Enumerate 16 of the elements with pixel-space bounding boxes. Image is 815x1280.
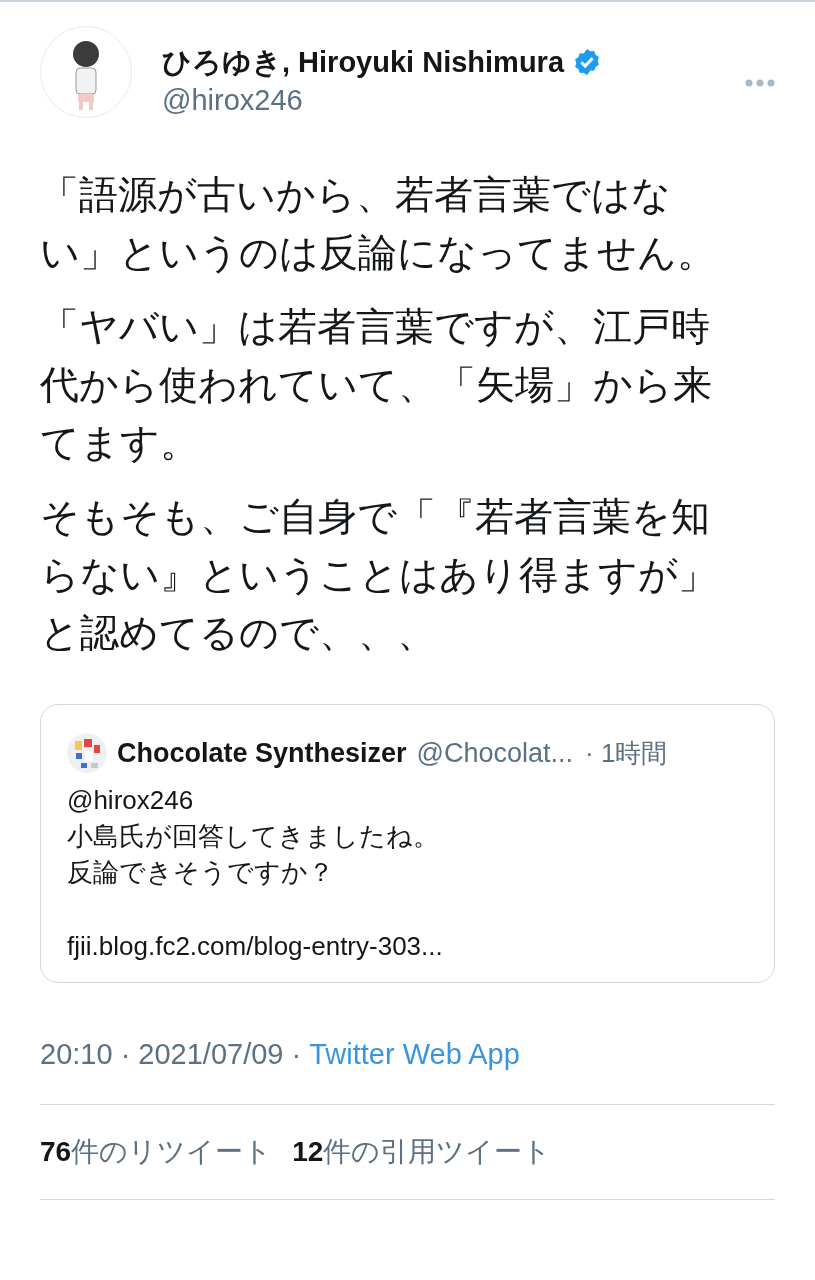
author-name[interactable]: ひろゆき, Hiroyuki Nishimura [162, 44, 564, 80]
quoted-text-line: fjii.blog.fc2.com/blog-entry-303... [67, 929, 444, 963]
tweet-text: そもそも、ご自身で「『若者言葉を知らない』ということはあり得ますが」と認めてるので、、、 [40, 494, 718, 656]
more-options-icon[interactable] [745, 78, 775, 88]
stat-link[interactable]: 12件の引用ツイート [292, 1131, 552, 1173]
quoted-time: · 1時間 [585, 736, 668, 770]
tweet-text: 「ヤバい」は若者言葉ですが、江戸時代から使われていて、「矢場」から来てます。 [40, 304, 713, 466]
quoted-text-line: 小島氏が回答してきましたね。 [67, 819, 440, 853]
quoted-author-name[interactable]: Chocolate Synthesizer [117, 733, 407, 774]
tweet-timestamp: 20:10 · 2021/07/09 · [40, 1036, 302, 1072]
tweet-text: 「語源が古いから、若者言葉ではない」というのは反論になってません。 [40, 172, 717, 276]
quoted-text-line: 反論できそうですか？ [67, 855, 335, 889]
stat-link[interactable]: 76件のリツイート [40, 1131, 273, 1173]
quoted-text-line: @hirox246 [67, 783, 195, 817]
quoted-author-handle[interactable]: @Chocolat... [416, 733, 574, 774]
author-handle[interactable]: @hirox246 [162, 80, 745, 120]
